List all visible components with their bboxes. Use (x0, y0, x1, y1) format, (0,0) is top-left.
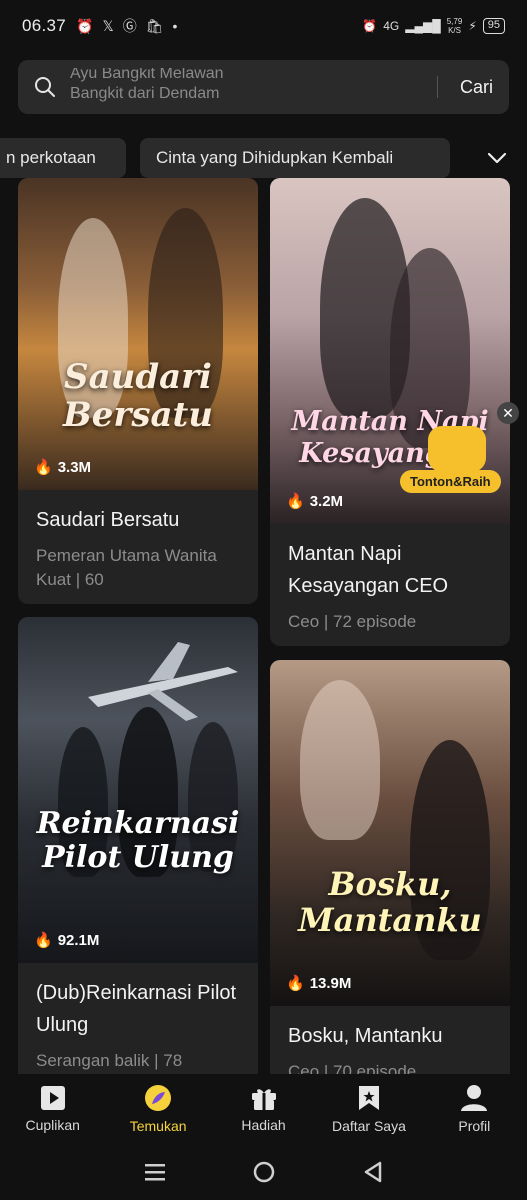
shop-icon: 🛍 (145, 17, 164, 34)
view-count-value: 3.2M (309, 492, 344, 510)
view-count-value: 13.9M (309, 974, 352, 992)
profile-icon (461, 1085, 488, 1111)
drama-poster[interactable]: Mantan Napi Kesayangan 🔥 3.2M Tonton&Rai… (270, 178, 510, 524)
search-divider (436, 76, 438, 98)
drama-title: Bosku, Mantanku (288, 1025, 443, 1047)
nav-label: Hadiah (241, 1117, 286, 1133)
nav-item-profil[interactable]: Profil (422, 1074, 527, 1144)
alarm-clock-icon: ⏰ (362, 19, 378, 33)
search-placeholder-line2: Bangkit dari Dendam (70, 85, 220, 102)
view-count: 🔥 3.3M (34, 458, 92, 477)
signal-icon: ▂▄▆█ (405, 19, 441, 33)
system-navigation (0, 1144, 527, 1200)
net-speed-unit: K/S (448, 26, 461, 35)
search-placeholder-line1: Ayu Bangkit Melawan (70, 68, 224, 82)
fire-icon: 🔥 (34, 932, 53, 949)
nav-label: Temukan (129, 1118, 187, 1134)
drama-card[interactable]: Reinkarnasi Pilot Ulung 🔥 92.1M (Dub)Rei… (18, 617, 258, 1087)
net-speed: 5,79 K/S (447, 17, 463, 35)
g-app-icon: Ⓖ (122, 18, 137, 34)
view-count: 🔥 92.1M (34, 931, 100, 950)
back-icon[interactable] (362, 1160, 384, 1184)
poster-figure (300, 680, 380, 840)
category-chip[interactable]: Cinta yang Dihidupkan Kembali (140, 138, 450, 178)
drama-poster[interactable]: Bosku, Mantanku 🔥 13.9M (270, 660, 510, 1006)
menu-icon[interactable] (143, 1162, 167, 1182)
poster-title: Saudari Bersatu (63, 357, 213, 435)
nav-item-daftar-saya[interactable]: Daftar Saya (316, 1074, 421, 1144)
nav-item-hadiah[interactable]: Hadiah (211, 1074, 316, 1144)
category-chip[interactable]: n perkotaan (0, 138, 126, 178)
fire-icon: 🔥 (286, 975, 305, 992)
view-count-value: 3.3M (57, 458, 92, 476)
view-count: 🔥 13.9M (286, 974, 352, 993)
close-icon[interactable]: ✕ (497, 402, 519, 424)
fire-icon: 🔥 (286, 493, 305, 510)
dot-icon: • (172, 18, 178, 34)
drama-poster[interactable]: Saudari Bersatu 🔥 3.3M (18, 178, 258, 490)
bottom-navigation: Cuplikan Temukan Hadiah Daftar Saya Prof… (0, 1074, 527, 1144)
airplane-icon (88, 642, 238, 721)
view-count: 🔥 3.2M (286, 492, 344, 511)
net-speed-value: 5,79 (446, 17, 463, 26)
x-icon: 𝕏 (102, 17, 114, 34)
drama-card[interactable]: Saudari Bersatu 🔥 3.3M Saudari Bersatu P… (18, 178, 258, 604)
fire-icon: 🔥 (34, 459, 53, 476)
promo-icon[interactable] (428, 426, 486, 472)
drama-poster[interactable]: Reinkarnasi Pilot Ulung 🔥 92.1M (18, 617, 258, 963)
drama-title: (Dub)Reinkarnasi Pilot Ulung (36, 982, 237, 1036)
battery-level: 95 (482, 18, 505, 34)
status-time: 06.37 (22, 16, 67, 35)
promo-badge[interactable]: Tonton&Raih (400, 470, 501, 493)
category-chips: n perkotaan Cinta yang Dihidupkan Kembal… (0, 138, 527, 178)
nav-label: Profil (458, 1118, 491, 1134)
system-icons: ⏰ 4G ▂▄▆█ 5,79 K/S ⚡ 95 (362, 17, 505, 35)
alarm-icon: ⏰ (76, 17, 94, 34)
home-icon[interactable] (252, 1160, 276, 1184)
drama-card[interactable]: Bosku, Mantanku 🔥 13.9M Bosku, Mantanku … (270, 660, 510, 1100)
search-bar[interactable]: Ayu Bangkit Melawan Bangkit dari Dendam … (18, 60, 509, 114)
search-icon (35, 77, 55, 97)
charging-icon: ⚡ (468, 19, 477, 33)
gift-icon (251, 1089, 276, 1110)
discover-icon (145, 1085, 172, 1111)
notification-icons: ⏰ 𝕏 Ⓖ 🛍 • (76, 16, 177, 36)
nav-label: Cuplikan (25, 1117, 80, 1133)
search-input[interactable]: Ayu Bangkit Melawan Bangkit dari Dendam (70, 68, 400, 106)
status-bar: 06.37 ⏰ 𝕏 Ⓖ 🛍 • ⏰ 4G ▂▄▆█ 5,79 K/S ⚡ 95 (0, 0, 527, 52)
poster-title: Bosku, Mantanku (298, 865, 482, 939)
nav-item-temukan[interactable]: Temukan (105, 1074, 210, 1144)
poster-title: Reinkarnasi Pilot Ulung (36, 806, 240, 875)
play-square-icon (40, 1086, 65, 1110)
drama-card[interactable]: Mantan Napi Kesayangan 🔥 3.2M Tonton&Rai… (270, 178, 510, 646)
search-button[interactable]: Cari (460, 77, 493, 98)
bookmark-icon (358, 1086, 379, 1110)
drama-meta: Ceo | 72 episode (288, 612, 417, 631)
nav-item-cuplikan[interactable]: Cuplikan (0, 1074, 105, 1144)
drama-meta: Serangan balik | 78 (36, 1051, 183, 1070)
view-count-value: 92.1M (57, 931, 100, 949)
nav-label: Daftar Saya (331, 1118, 406, 1134)
drama-title: Mantan Napi Kesayangan CEO (288, 543, 449, 597)
drama-meta: Pemeran Utama Wanita Kuat | 60 (36, 546, 217, 589)
chevron-down-icon[interactable] (484, 146, 510, 170)
network-label: 4G (383, 19, 400, 33)
drama-title: Saudari Bersatu (36, 509, 180, 531)
